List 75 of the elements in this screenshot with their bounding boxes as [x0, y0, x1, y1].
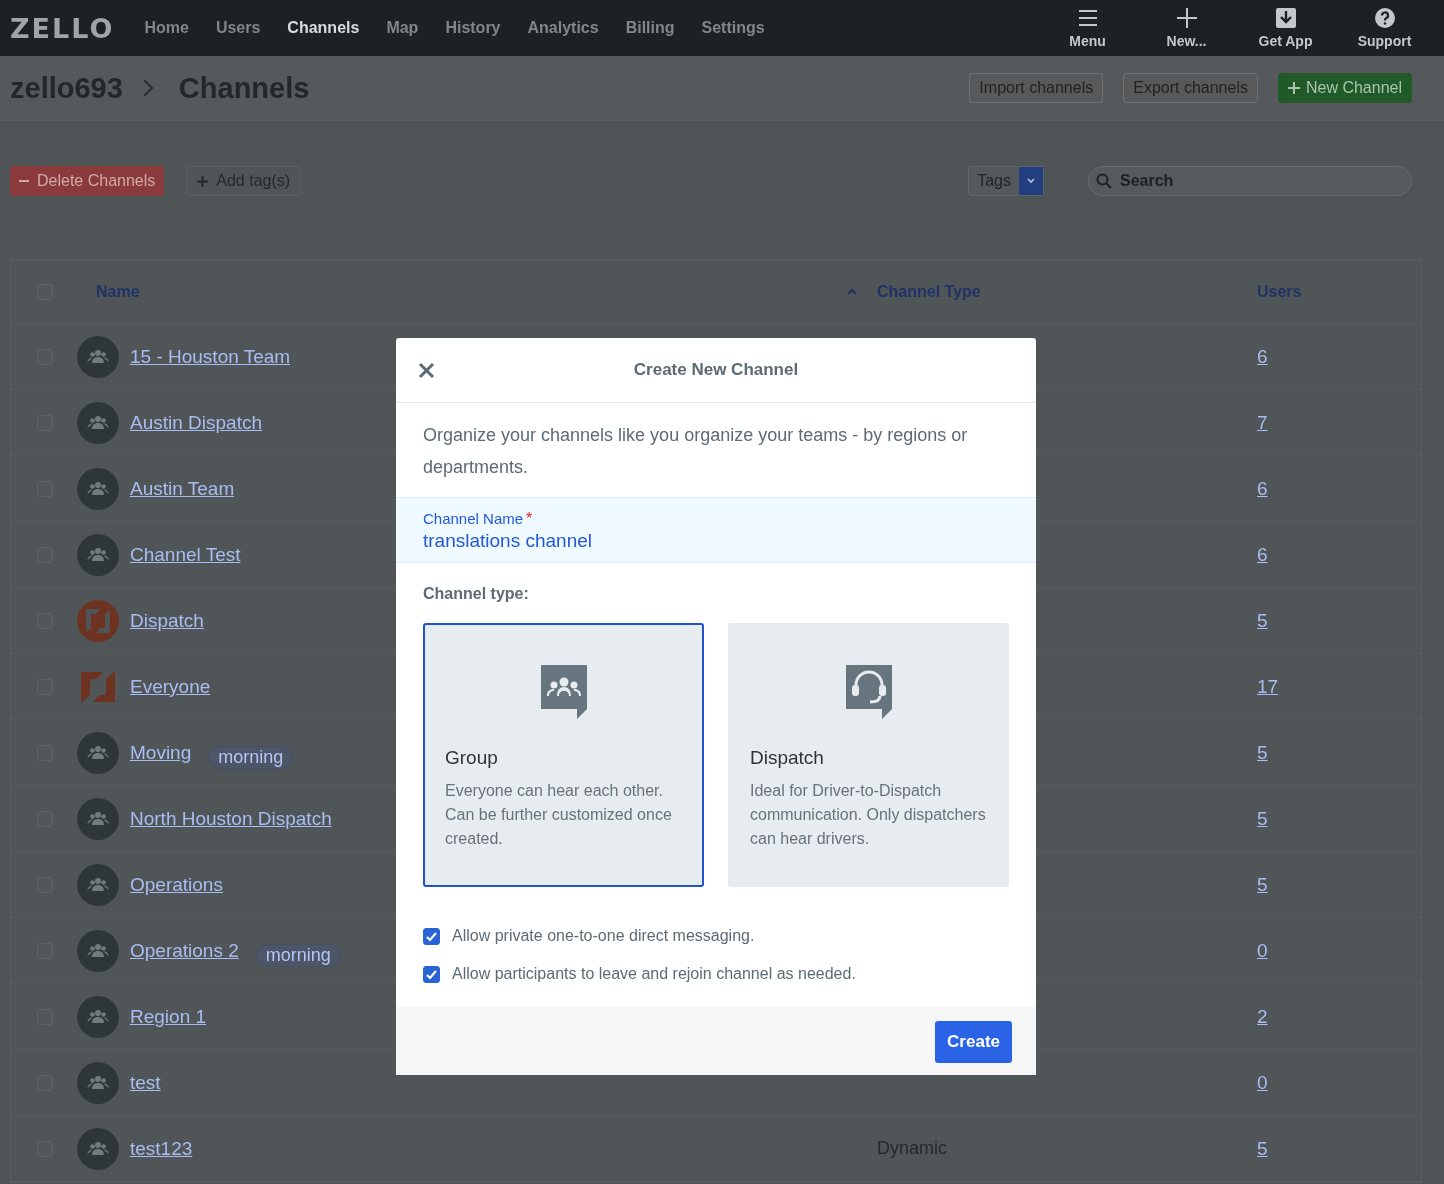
checkbox[interactable]	[423, 927, 440, 945]
users-count-link[interactable]: 6	[1257, 477, 1268, 499]
nav-action[interactable]: Menu	[1038, 7, 1137, 49]
option-title: Dispatch	[750, 747, 825, 769]
channel-link[interactable]: 15 - Houston Team	[130, 345, 291, 368]
header-button[interactable]: Export channels	[1123, 73, 1258, 103]
channel-link[interactable]: test123	[130, 1137, 193, 1160]
users-count-link[interactable]: 0	[1257, 939, 1268, 961]
dialog-title: Create New Channel	[633, 360, 799, 380]
users-count-link[interactable]: 5	[1257, 609, 1268, 631]
search-icon	[1096, 173, 1112, 189]
channel-link[interactable]: Operations 2	[130, 939, 239, 962]
channel-link[interactable]: North Houston Dispatch	[130, 807, 332, 830]
checkbox[interactable]	[423, 965, 440, 983]
users-count-link[interactable]: 0	[1257, 1071, 1268, 1093]
users-count-link[interactable]: 5	[1257, 741, 1268, 763]
nav-action[interactable]: Get App	[1236, 7, 1335, 49]
users-count-link[interactable]: 7	[1257, 411, 1268, 433]
create-button[interactable]: Create	[935, 1021, 1012, 1063]
logo-icon	[77, 599, 119, 642]
tag-chip: morning	[208, 746, 294, 769]
checkbox-label: Allow participants to leave and rejoin channel as needed.	[452, 965, 856, 983]
plus-icon	[1175, 7, 1198, 29]
channel-link[interactable]: Operations	[130, 873, 223, 896]
nav-action[interactable]: Support	[1335, 7, 1434, 49]
nav-link[interactable]: History	[445, 19, 501, 37]
plus-icon	[1287, 82, 1300, 94]
intro-text: Organize your channels like you organize your teams - by regions or departments.	[422, 424, 969, 479]
nav-link[interactable]: Channels	[287, 19, 360, 37]
nav-link[interactable]: Billing	[625, 19, 675, 37]
search-field[interactable]: Search	[1088, 166, 1412, 196]
users-count-link[interactable]: 5	[1257, 1137, 1268, 1159]
download-icon	[1274, 7, 1297, 29]
tag-chip: morning	[255, 944, 341, 967]
channel-name-field[interactable]: Channel Name * translations channel	[396, 497, 1036, 563]
caret-icon	[1026, 177, 1036, 185]
checkbox-label: Allow private one-to-one direct messaging.	[452, 927, 755, 945]
help-icon	[1373, 7, 1396, 29]
nav-link[interactable]: Analytics	[527, 19, 599, 37]
users-count-link[interactable]: 5	[1257, 807, 1268, 829]
field-label: Channel Name	[423, 510, 524, 527]
menu-icon	[1076, 7, 1099, 29]
users-count-link[interactable]: 17	[1257, 675, 1279, 697]
section-label: Channel type:	[422, 584, 530, 604]
chevron-icon	[140, 78, 155, 98]
nav-link[interactable]: Home	[144, 19, 189, 37]
option-description: Ideal for Driver-to-Dispatch communication. Only dispatchers can hear drivers.	[750, 781, 987, 849]
channel-link[interactable]: Dispatch	[130, 609, 204, 632]
channel-type-option[interactable]: Dispatch Ideal for Driver-to-Dispatch communication. Only dispatchers can hear drivers.	[728, 623, 1009, 887]
plus-icon	[197, 175, 209, 187]
nav-link[interactable]: Map	[386, 19, 419, 37]
nav-link[interactable]: Users	[215, 19, 261, 37]
new-channel-button[interactable]: New Channel	[1277, 73, 1412, 103]
users-count-link[interactable]: 6	[1257, 345, 1268, 367]
channel-name-input[interactable]: translations channel	[423, 528, 1009, 554]
channel-link[interactable]: Everyone	[130, 675, 211, 698]
users-count-link[interactable]: 2	[1257, 1005, 1268, 1027]
channel-link[interactable]: Region 1	[130, 1005, 207, 1028]
nav-action[interactable]: New...	[1137, 7, 1236, 49]
users-count-link[interactable]: 6	[1257, 543, 1268, 565]
channel-link[interactable]: Channel Test	[130, 543, 241, 566]
users-count-link[interactable]: 5	[1257, 873, 1268, 895]
channel-link[interactable]: Austin Dispatch	[130, 411, 262, 434]
channel-link[interactable]: test	[130, 1071, 161, 1094]
close-icon[interactable]	[418, 362, 435, 379]
delete-button[interactable]: Delete Channels	[10, 166, 165, 196]
nav-link[interactable]: Settings	[701, 19, 765, 37]
option-description: Everyone can hear each other. Can be further customized once created.	[445, 781, 673, 849]
channel-type-option[interactable]: Group Everyone can hear each other. Can be further customized once created.	[423, 623, 704, 887]
required-mark: *	[526, 510, 533, 527]
channel-link[interactable]: Austin Team	[130, 477, 235, 500]
sort-icon[interactable]	[847, 287, 857, 296]
channel-link[interactable]: Moving	[130, 741, 192, 764]
logo[interactable]: ZELLO	[10, 12, 115, 44]
option-title: Group	[445, 747, 499, 769]
